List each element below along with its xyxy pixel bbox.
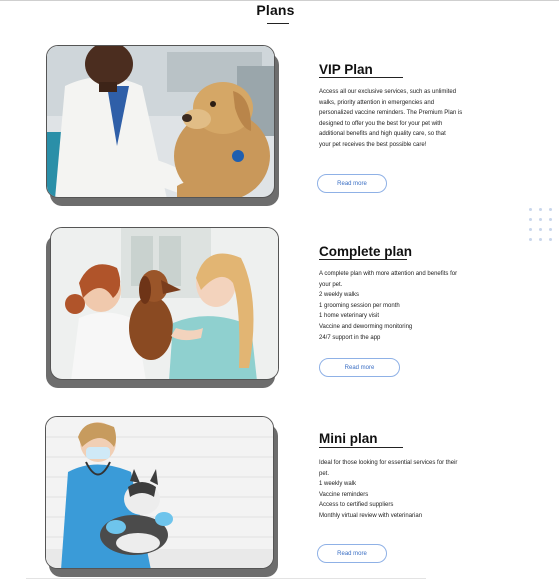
description-line: your pet receives the best possible care… xyxy=(319,141,427,148)
description-line: additional benefits and high quality car… xyxy=(319,131,446,138)
description-line: 1 grooming session per month xyxy=(319,302,400,309)
description-line: 24/7 support in the app xyxy=(319,334,381,341)
description-line: 1 home veterinary visit xyxy=(319,313,380,320)
complete-plan-description: A complete plan with more attention and … xyxy=(319,269,484,343)
title-underline xyxy=(267,23,289,24)
description-line: A complete plan with more attention and … xyxy=(319,271,458,277)
description-line: designed to offer you the best for your … xyxy=(319,120,443,127)
description-line: Access to certified suppliers xyxy=(319,502,394,509)
description-line: Monthly virtual review with veterinarian xyxy=(319,512,423,519)
description-line: Vaccine reminders xyxy=(319,491,369,498)
complete-plan-title: Complete plan xyxy=(319,244,413,259)
vet-examining-husky-photo xyxy=(45,416,274,569)
description-line: 1 weekly walk xyxy=(319,481,357,488)
decorative-dot-grid xyxy=(529,208,559,252)
description-line: pet. xyxy=(319,470,330,477)
description-line: personalized vaccine reminders. The Prem… xyxy=(319,110,463,117)
mini-plan-description: Ideal for those looking for essential se… xyxy=(319,458,484,522)
description-line: your pet. xyxy=(319,281,343,288)
plans-page: Plans VIP Plan Access all our exclusive … xyxy=(0,0,559,579)
complete-plan-title-rule xyxy=(319,259,407,260)
complete-plan-card-image xyxy=(46,227,279,388)
mini-plan-title: Mini plan xyxy=(319,431,378,446)
mini-plan-read-more-button[interactable]: Read more xyxy=(317,544,387,563)
description-line: Access all our exclusive services, such … xyxy=(319,89,457,95)
description-line: Vaccine and deworming monitoring xyxy=(319,323,413,330)
complete-plan-read-more-button[interactable]: Read more xyxy=(319,358,400,377)
vip-plan-card-image xyxy=(46,45,279,206)
description-line: 2 weekly walks xyxy=(319,292,360,299)
description-line: walks, priority attention in emergencies… xyxy=(319,99,435,106)
vip-plan-description: Access all our exclusive services, such … xyxy=(319,87,484,151)
description-line: Ideal for those looking for essential se… xyxy=(319,460,458,466)
section-title: Plans xyxy=(256,2,295,18)
vip-plan-title-rule xyxy=(319,77,403,78)
mini-plan-card-image xyxy=(45,416,278,577)
vip-plan-title: VIP Plan xyxy=(319,62,373,77)
vet-and-owner-with-dachshund-photo xyxy=(50,227,279,380)
vet-with-labrador-photo xyxy=(46,45,275,198)
vip-plan-read-more-button[interactable]: Read more xyxy=(317,174,387,193)
mini-plan-title-rule xyxy=(319,447,403,448)
